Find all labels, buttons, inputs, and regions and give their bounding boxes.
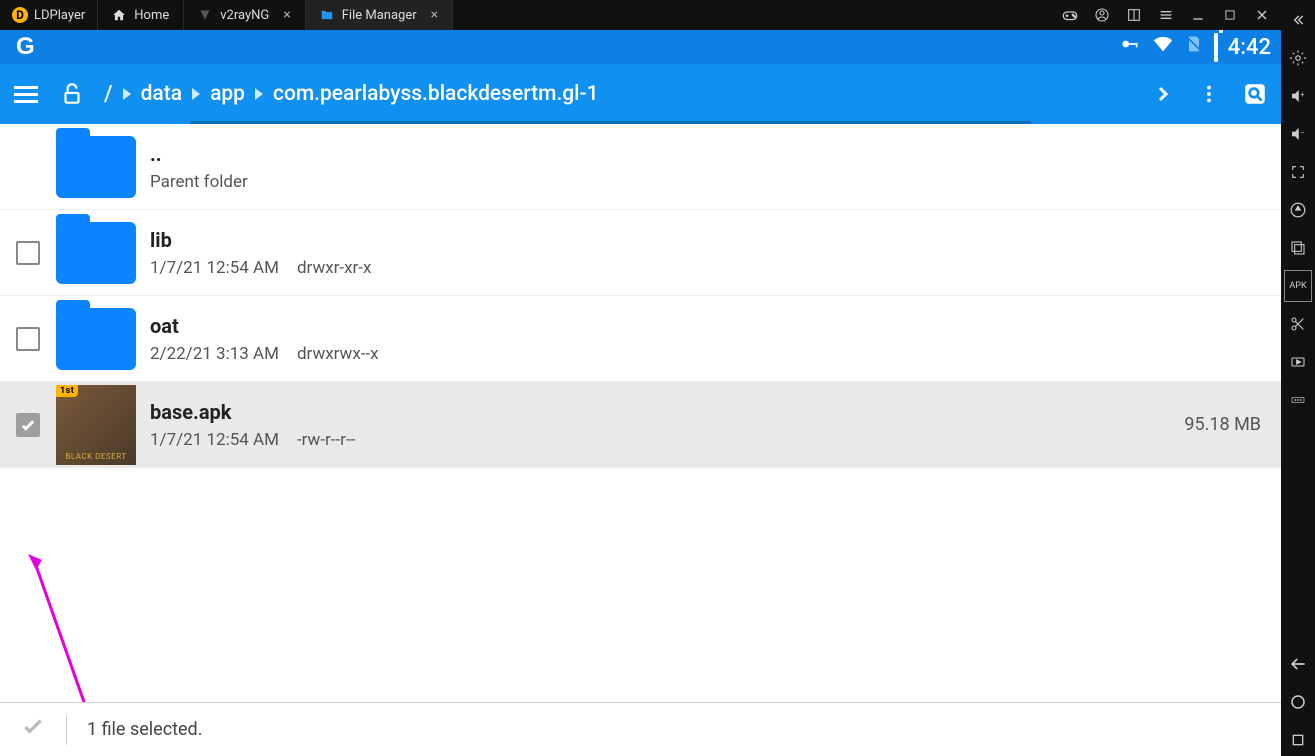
titlebar-controls (1051, 6, 1281, 24)
maximize-icon[interactable] (1221, 6, 1239, 24)
more-vert-icon[interactable] (1195, 80, 1223, 108)
file-row[interactable]: BLACK DESERT base.apk 1/7/21 12:54 AM -r… (0, 382, 1281, 468)
breadcrumb-root[interactable]: / (104, 82, 113, 107)
volume-down-icon[interactable]: − (1284, 118, 1312, 150)
collapse-icon[interactable] (1284, 4, 1312, 36)
file-permissions: -rw-r--r-- (297, 430, 355, 450)
home-nav-icon[interactable] (1284, 686, 1312, 718)
back-icon[interactable] (1284, 648, 1312, 680)
fullscreen-icon[interactable] (1284, 156, 1312, 188)
file-date: 2/22/21 3:13 AM (150, 344, 279, 364)
divider (66, 715, 67, 745)
record-icon[interactable] (1284, 346, 1312, 378)
apk-thumb-label: BLACK DESERT (65, 452, 126, 461)
recents-icon[interactable] (1284, 724, 1312, 756)
ldplayer-icon: D (12, 7, 28, 23)
file-sub: Parent folder (150, 172, 248, 192)
gamepad-icon[interactable] (1061, 6, 1079, 24)
tab-label: Home (134, 8, 169, 23)
emulator-title: LDPlayer (34, 8, 85, 23)
folder-icon (56, 308, 136, 370)
file-manager-toolbar: / data app com.pearlabyss.blackdesertm.g… (0, 64, 1281, 124)
multi-instance-icon[interactable] (1284, 232, 1312, 264)
close-icon[interactable]: × (431, 7, 438, 23)
parent-folder-row[interactable]: .. Parent folder (0, 124, 1281, 210)
row-checkbox[interactable] (16, 413, 40, 437)
file-date: 1/7/21 12:54 AM (150, 430, 279, 450)
tab-label: v2rayNG (220, 8, 269, 23)
selection-text: 1 file selected. (87, 719, 202, 740)
file-name: lib (150, 228, 1267, 252)
menu-icon[interactable] (1157, 6, 1175, 24)
folder-row[interactable]: oat 2/22/21 3:13 AM drwxrwx--x (0, 296, 1281, 382)
folder-icon (56, 136, 136, 198)
file-name: base.apk (150, 400, 1170, 424)
android-status-bar: G 4:42 (0, 30, 1281, 64)
search-icon[interactable] (1241, 80, 1269, 108)
tab-home[interactable]: Home (98, 0, 184, 30)
clock: 4:42 (1228, 35, 1271, 60)
keymap-icon[interactable] (1284, 194, 1312, 226)
minimize-icon[interactable] (1189, 6, 1207, 24)
emulator-sidebar: + − APK (1281, 0, 1315, 756)
check-icon[interactable] (20, 713, 46, 746)
file-list: .. Parent folder lib 1/7/21 12:54 AM drw… (0, 124, 1281, 702)
home-icon (112, 8, 126, 22)
status-right: 4:42 (1118, 33, 1271, 61)
emulator-brand: D LDPlayer (0, 0, 98, 30)
tab-file-manager[interactable]: File Manager × (306, 0, 453, 30)
breadcrumb-segment[interactable]: com.pearlabyss.blackdesertm.gl-1 (273, 82, 599, 106)
file-permissions: drwxrwx--x (297, 344, 379, 364)
file-date: 1/7/21 12:54 AM (150, 258, 279, 278)
close-window-icon[interactable] (1253, 6, 1271, 24)
file-permissions: drwxr-xr-x (297, 258, 371, 278)
folder-row[interactable]: lib 1/7/21 12:54 AM drwxr-xr-x (0, 210, 1281, 296)
v2ray-icon (198, 8, 212, 22)
annotation-arrow (28, 554, 148, 702)
chevron-right-icon (192, 82, 200, 106)
window-tab-bar: D LDPlayer Home v2rayNG × File Manager × (0, 0, 1281, 30)
wifi-icon (1152, 33, 1174, 61)
file-size: 95.18 MB (1184, 414, 1267, 435)
tab-label: File Manager (342, 8, 417, 23)
folder-icon (320, 8, 334, 22)
breadcrumb[interactable]: / data app com.pearlabyss.blackdesertm.g… (104, 82, 1131, 107)
vpn-key-icon (1118, 34, 1142, 60)
more-dots-icon[interactable] (1284, 384, 1312, 416)
close-icon[interactable]: × (283, 7, 290, 23)
row-checkbox[interactable] (16, 327, 40, 351)
scissors-icon[interactable] (1284, 308, 1312, 340)
tab-v2rayng[interactable]: v2rayNG × (184, 0, 306, 30)
apk-install-icon[interactable]: APK (1284, 270, 1312, 302)
volume-up-icon[interactable]: + (1284, 80, 1312, 112)
folder-icon (56, 222, 136, 284)
row-checkbox[interactable] (16, 241, 40, 265)
settings-gear-icon[interactable] (1284, 42, 1312, 74)
svg-text:+: + (1300, 90, 1304, 99)
breadcrumb-segment[interactable]: app (210, 82, 245, 106)
svg-text:−: − (1300, 128, 1304, 137)
selection-footer: 1 file selected. (0, 702, 1281, 756)
file-name: .. (150, 142, 1267, 166)
breadcrumb-segment[interactable]: data (141, 82, 182, 106)
file-name: oat (150, 314, 1267, 338)
chevron-right-icon (255, 82, 263, 106)
user-icon[interactable] (1093, 6, 1111, 24)
apk-icon: BLACK DESERT (56, 385, 136, 465)
forward-icon[interactable] (1149, 80, 1177, 108)
chevron-right-icon (123, 82, 131, 106)
google-g-icon: G (10, 33, 35, 61)
unlock-icon[interactable] (58, 80, 86, 108)
battery-icon (1214, 35, 1218, 60)
no-sim-icon (1184, 34, 1204, 60)
hamburger-menu-icon[interactable] (12, 80, 40, 108)
main-column: D LDPlayer Home v2rayNG × File Manager × (0, 0, 1281, 756)
screenshot-icon[interactable] (1125, 6, 1143, 24)
